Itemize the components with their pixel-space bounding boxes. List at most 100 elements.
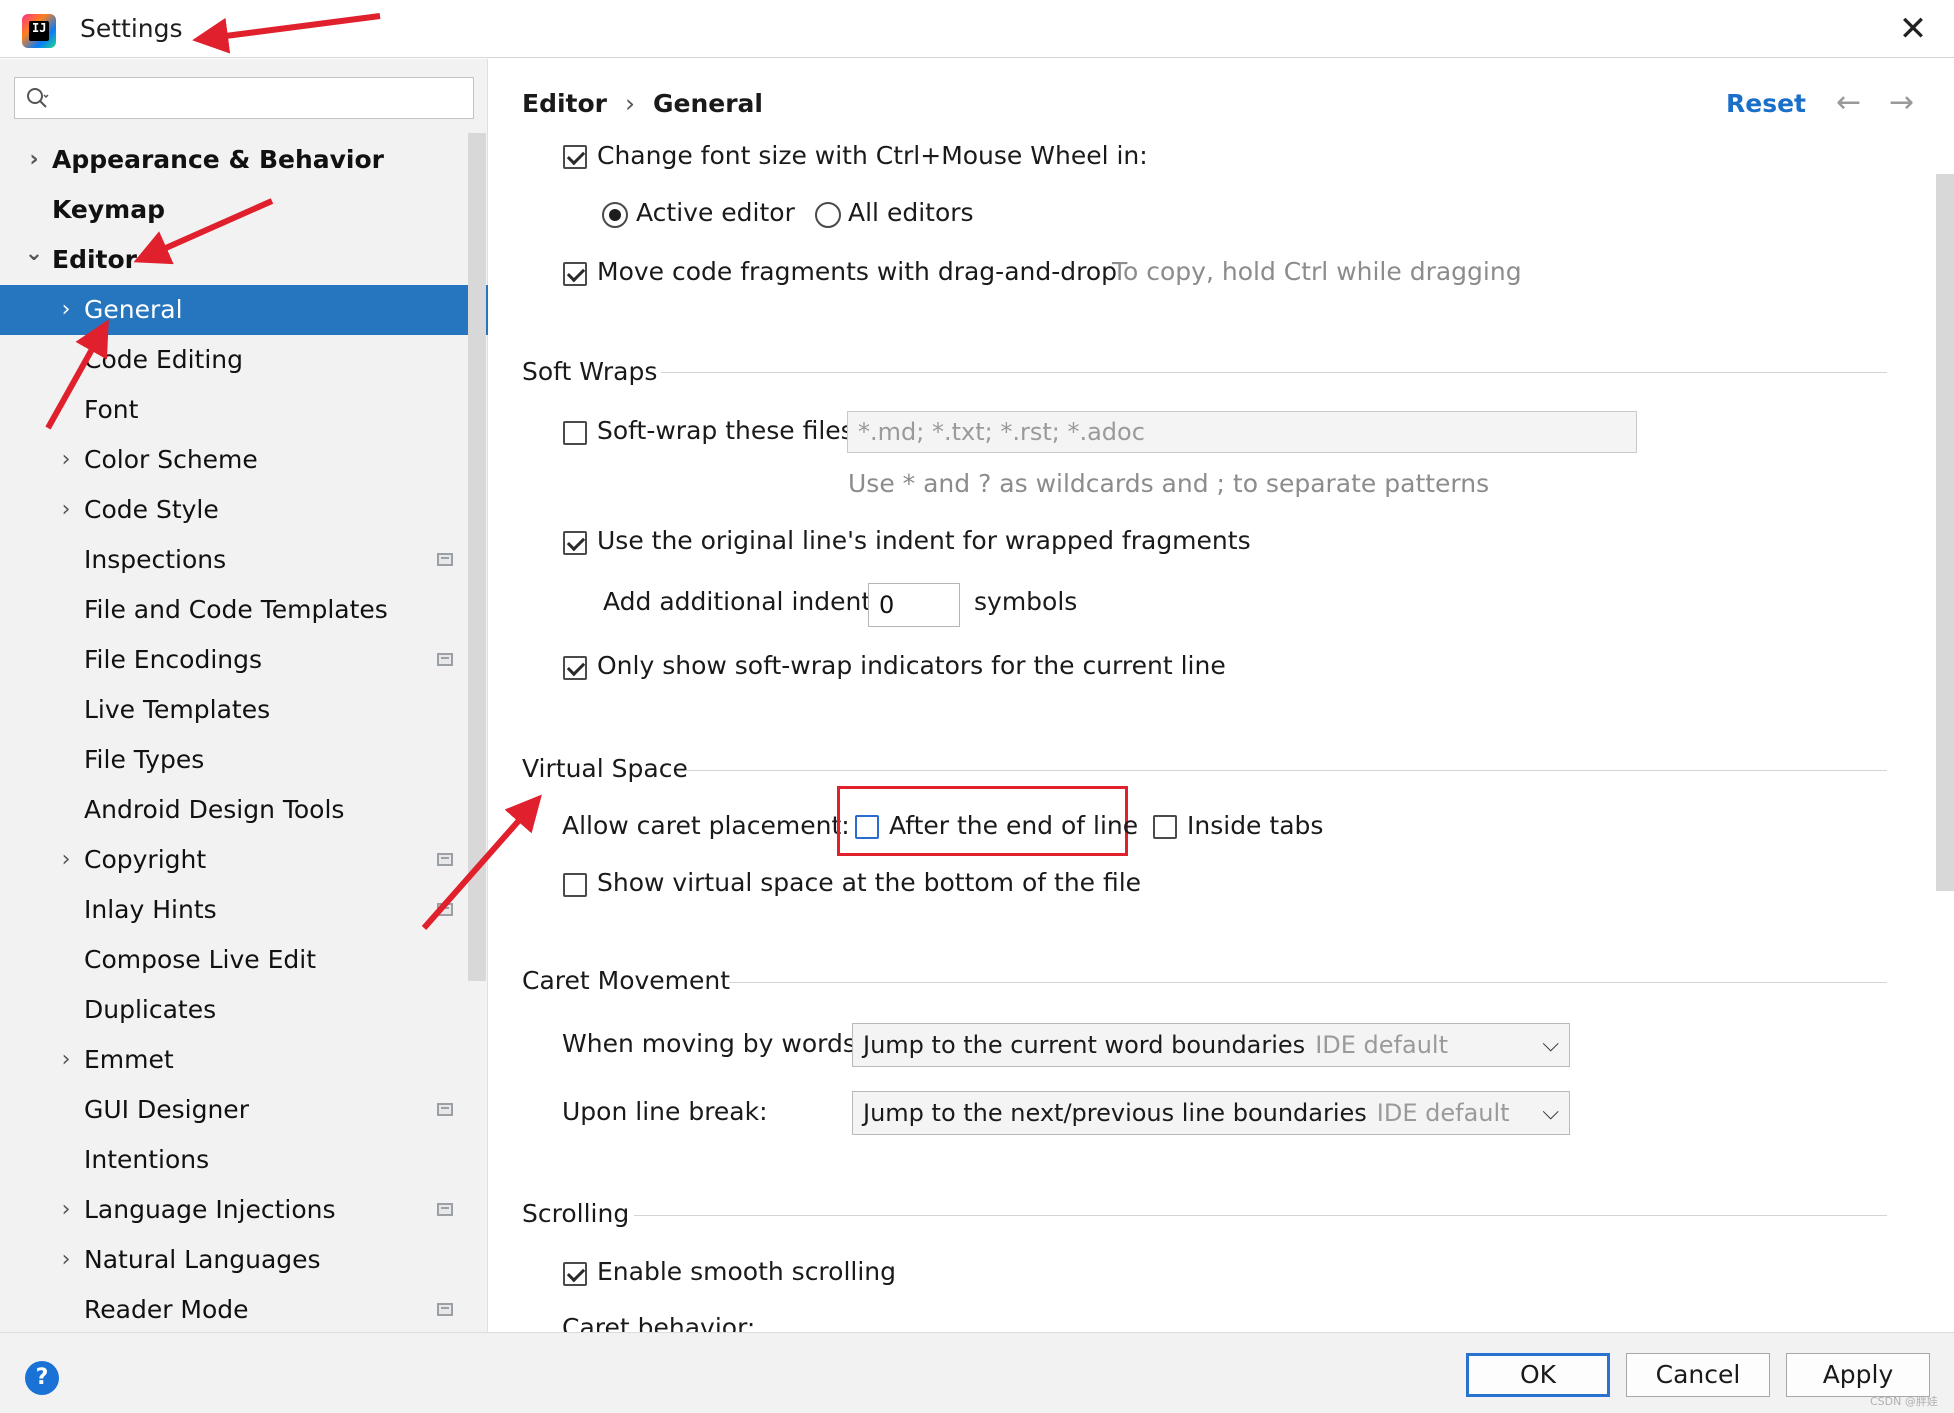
settings-search[interactable] <box>14 77 474 119</box>
sidebar-item-editor[interactable]: ⌄ Editor <box>0 235 470 285</box>
moving-by-words-label: When moving by words: <box>562 1029 865 1058</box>
settings-sidebar: › Appearance & Behavior Keymap ⌄ Editor › Gene… <box>0 59 488 1332</box>
sidebar-scrollbar[interactable] <box>468 133 486 981</box>
sidebar-item-label: Editor <box>52 245 137 274</box>
apply-button[interactable]: Apply <box>1786 1353 1930 1397</box>
dialog-footer: ? OK Cancel Apply CSDN @胖娃 <box>0 1332 1954 1413</box>
sidebar-item-label: Duplicates <box>84 995 217 1024</box>
sidebar-item-keymap[interactable]: Keymap <box>0 185 470 235</box>
sidebar-item-android-design-tools[interactable]: Android Design Tools <box>0 785 470 835</box>
sidebar-item-label: Inlay Hints <box>84 895 217 924</box>
chevron-right-icon[interactable]: › <box>56 835 76 885</box>
sidebar-item-general[interactable]: › General <box>0 285 488 335</box>
mouse-wheel-checkbox[interactable] <box>563 145 587 169</box>
cancel-button[interactable]: Cancel <box>1626 1353 1770 1397</box>
sidebar-item-natural-languages[interactable]: › Natural Languages <box>0 1235 470 1285</box>
chevron-right-icon[interactable]: › <box>56 435 76 485</box>
sidebar-item-live-templates[interactable]: Live Templates <box>0 685 470 735</box>
sidebar-item-intentions[interactable]: Intentions <box>0 1135 470 1185</box>
sidebar-item-label: General <box>84 295 183 324</box>
sidebar-item-duplicates[interactable]: Duplicates <box>0 985 470 1035</box>
content-scrollbar[interactable] <box>1936 174 1954 891</box>
sidebar-item-label: Inspections <box>84 545 227 574</box>
chevron-down-icon[interactable]: ⌄ <box>24 229 44 279</box>
mouse-wheel-label: Change font size with Ctrl+Mouse Wheel i… <box>597 141 1148 170</box>
search-icon <box>27 88 49 108</box>
search-input[interactable] <box>61 82 461 114</box>
smooth-scrolling-checkbox[interactable] <box>563 1262 587 1286</box>
chevron-right-icon[interactable]: › <box>56 1035 76 1085</box>
breadcrumb-parent[interactable]: Editor <box>522 89 607 118</box>
sidebar-item-code-style[interactable]: › Code Style <box>0 485 470 535</box>
sidebar-item-appearance-and-behavior[interactable]: › Appearance & Behavior <box>0 135 470 185</box>
section-divider <box>729 982 1887 983</box>
show-virtual-space-checkbox[interactable] <box>563 873 587 897</box>
sidebar-item-label: Reader Mode <box>84 1295 249 1324</box>
ok-button[interactable]: OK <box>1466 1353 1610 1397</box>
sidebar-item-label: Keymap <box>52 195 166 224</box>
active-editor-label: Active editor <box>636 198 795 227</box>
additional-indent-input[interactable]: 0 <box>868 583 960 627</box>
drag-drop-hint: To copy, hold Ctrl while dragging <box>1112 257 1522 286</box>
reset-link[interactable]: Reset <box>1726 89 1806 118</box>
sidebar-item-label: Code Style <box>84 495 219 524</box>
chevron-right-icon[interactable]: › <box>24 135 44 185</box>
sidebar-item-color-scheme[interactable]: › Color Scheme <box>0 435 470 485</box>
all-editors-radio[interactable] <box>815 202 841 228</box>
drag-drop-checkbox[interactable] <box>563 262 587 286</box>
moving-by-words-dropdown[interactable]: Jump to the current word boundaries IDE d… <box>852 1023 1570 1067</box>
project-scope-icon <box>437 1103 453 1116</box>
sidebar-item-font[interactable]: Font <box>0 385 470 435</box>
sidebar-item-label: Code Editing <box>84 345 244 374</box>
sidebar-item-file-and-code-templates[interactable]: File and Code Templates <box>0 585 470 635</box>
close-icon[interactable]: ✕ <box>1894 10 1932 48</box>
back-arrow-icon[interactable]: ← <box>1836 85 1861 120</box>
sidebar-item-label: Color Scheme <box>84 445 258 474</box>
sidebar-item-label: Android Design Tools <box>84 795 345 824</box>
caret-behavior-label: Caret behavior: <box>562 1313 756 1332</box>
caret-placement-label: Allow caret placement: <box>562 811 850 840</box>
sidebar-item-language-injections[interactable]: › Language Injections <box>0 1185 470 1235</box>
sidebar-item-label: Copyright <box>84 845 207 874</box>
active-editor-radio[interactable] <box>602 202 628 228</box>
original-indent-checkbox[interactable] <box>563 531 587 555</box>
line-break-label: Upon line break: <box>562 1097 768 1126</box>
settings-tree: › Appearance & Behavior Keymap ⌄ Editor › Gene… <box>0 135 488 1335</box>
chevron-right-icon[interactable]: › <box>56 485 76 535</box>
scrolling-title: Scrolling <box>522 1199 630 1228</box>
sidebar-item-file-types[interactable]: File Types <box>0 735 470 785</box>
breadcrumb-current: General <box>653 89 763 118</box>
sidebar-item-label: Live Templates <box>84 695 271 724</box>
after-end-of-line-checkbox[interactable] <box>855 815 879 839</box>
drag-drop-label: Move code fragments with drag-and-drop <box>597 257 1118 286</box>
section-divider <box>685 770 1887 771</box>
soft-wraps-title: Soft Wraps <box>522 357 658 386</box>
soft-wrap-indicators-label: Only show soft-wrap indicators for the c… <box>597 651 1226 680</box>
soft-wrap-files-checkbox[interactable] <box>563 421 587 445</box>
sidebar-item-reader-mode[interactable]: Reader Mode <box>0 1285 470 1335</box>
help-icon[interactable]: ? <box>25 1361 59 1395</box>
sidebar-item-compose-live-edit[interactable]: Compose Live Edit <box>0 935 470 985</box>
project-scope-icon <box>437 1203 453 1216</box>
settings-content: Editor › General Reset ← → Change font siz… <box>489 59 1954 1332</box>
chevron-right-icon[interactable]: › <box>56 1235 76 1285</box>
line-break-dropdown[interactable]: Jump to the next/previous line boundarie… <box>852 1091 1570 1135</box>
soft-wrap-indicators-checkbox[interactable] <box>563 656 587 680</box>
sidebar-item-copyright[interactable]: › Copyright <box>0 835 470 885</box>
soft-wrap-files-label: Soft-wrap these files: <box>597 416 863 445</box>
sidebar-item-emmet[interactable]: › Emmet <box>0 1035 470 1085</box>
forward-arrow-icon[interactable]: → <box>1889 85 1914 120</box>
chevron-right-icon[interactable]: › <box>56 1185 76 1235</box>
sidebar-item-inlay-hints[interactable]: Inlay Hints <box>0 885 470 935</box>
chevron-right-icon[interactable]: › <box>56 285 76 335</box>
sidebar-item-file-encodings[interactable]: File Encodings <box>0 635 470 685</box>
sidebar-item-inspections[interactable]: Inspections <box>0 535 470 585</box>
inside-tabs-checkbox[interactable] <box>1153 815 1177 839</box>
project-scope-icon <box>437 553 453 566</box>
sidebar-item-label: Natural Languages <box>84 1245 321 1274</box>
sidebar-item-gui-designer[interactable]: GUI Designer <box>0 1085 470 1135</box>
sidebar-item-code-editing[interactable]: Code Editing <box>0 335 470 385</box>
sidebar-item-label: GUI Designer <box>84 1095 249 1124</box>
soft-wrap-files-field[interactable]: *.md; *.txt; *.rst; *.adoc <box>847 411 1637 453</box>
project-scope-icon <box>437 1303 453 1316</box>
